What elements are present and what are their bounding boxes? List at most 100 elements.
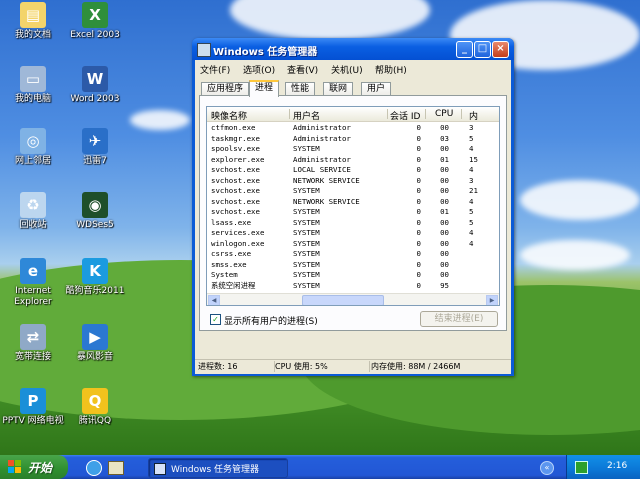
end-process-button[interactable]: 结束进程(E) — [420, 311, 498, 327]
process-row[interactable]: svchost.exe SYSTEM 0 00 21 — [207, 186, 499, 197]
scroll-right-icon[interactable]: ▶ — [486, 295, 498, 305]
my-computer-icon: ▭ — [20, 66, 46, 92]
process-session-id: 0 — [416, 207, 421, 216]
start-button[interactable]: 开始 — [0, 455, 68, 479]
process-memory: 15 — [469, 154, 478, 164]
clock[interactable]: 2:16 — [607, 461, 627, 471]
status-bar: 进程数: 16 CPU 使用: 5% 内存使用: 88M / 2466M — [195, 359, 511, 374]
desktop-shortcut[interactable]: P PPTV 网络电视 — [0, 388, 66, 427]
process-row[interactable]: svchost.exe SYSTEM 0 01 5 — [207, 207, 499, 218]
desktop-shortcut[interactable]: ▭ 我的电脑 — [0, 66, 66, 105]
process-row[interactable]: smss.exe SYSTEM 0 00 — [207, 260, 499, 271]
quicklaunch-ie-icon[interactable] — [86, 460, 102, 476]
show-all-users-checkbox[interactable]: ✓ — [210, 314, 221, 325]
desktop-shortcut-label: PPTV 网络电视 — [2, 416, 64, 426]
status-process-count: 进程数: 16 — [198, 361, 275, 372]
process-image-name: winlogon.exe — [211, 238, 265, 248]
title-bar[interactable]: Windows 任务管理器 _ □ × — [192, 38, 514, 60]
menu-file[interactable]: 文件(F) — [200, 63, 230, 76]
process-user-name: SYSTEM — [293, 259, 320, 269]
horizontal-scrollbar[interactable]: ◀ ▶ — [207, 293, 499, 305]
task-manager-window[interactable]: Windows 任务管理器 _ □ × 文件(F) 选项(O) 查看(V) 关机… — [192, 38, 514, 376]
process-row[interactable]: lsass.exe SYSTEM 0 00 5 — [207, 218, 499, 229]
process-session-id: 0 — [416, 123, 421, 132]
taskbar-button-task-manager[interactable]: Windows 任务管理器 — [148, 458, 288, 478]
menu-bar: 文件(F) 选项(O) 查看(V) 关机(U) 帮助(H) — [195, 62, 511, 76]
process-row[interactable]: svchost.exe LOCAL SERVICE 0 00 4 — [207, 165, 499, 176]
process-row[interactable]: csrss.exe SYSTEM 0 00 — [207, 249, 499, 260]
close-button[interactable]: × — [492, 41, 509, 58]
process-row[interactable]: 系统空闲进程 SYSTEM 0 95 — [207, 281, 499, 292]
column-divider[interactable] — [289, 109, 290, 119]
process-row[interactable]: svchost.exe NETWORK SERVICE 0 00 3 — [207, 176, 499, 187]
column-session-id[interactable]: 会话 ID — [390, 109, 420, 122]
menu-shutdown[interactable]: 关机(U) — [331, 63, 363, 76]
menu-help[interactable]: 帮助(H) — [375, 63, 407, 76]
process-cpu: 00 — [440, 186, 449, 195]
desktop-shortcut[interactable]: ▶ 暴风影音 — [62, 324, 128, 363]
desktop-shortcut-label: 迅雷7 — [83, 156, 107, 166]
quicklaunch-desktop-icon[interactable] — [108, 461, 124, 475]
tab-networking[interactable]: 联网 — [323, 82, 354, 96]
desktop-shortcut[interactable]: ⇄ 宽带连接 — [0, 324, 66, 363]
process-cpu: 00 — [440, 238, 449, 248]
desktop-shortcut-label: 宽带连接 — [14, 352, 51, 362]
column-divider[interactable] — [425, 109, 426, 119]
tab-performance[interactable]: 性能 — [285, 82, 316, 96]
desktop-shortcut[interactable]: X Excel 2003 — [62, 2, 128, 41]
tab-users[interactable]: 用户 — [361, 82, 392, 96]
process-row[interactable]: ctfmon.exe Administrator 0 00 3 — [207, 123, 499, 134]
process-cpu: 00 — [440, 165, 449, 174]
network-places-icon: ◎ — [20, 128, 46, 154]
process-cpu: 00 — [440, 144, 449, 153]
scrollbar-thumb[interactable] — [302, 295, 384, 305]
process-user-name: NETWORK SERVICE — [293, 175, 360, 185]
column-divider[interactable] — [461, 109, 462, 119]
desktop-shortcut[interactable]: ▤ 我的文档 — [0, 2, 66, 41]
tab-processes[interactable]: 进程 — [249, 80, 280, 97]
process-list[interactable]: 映像名称 用户名 会话 ID CPU 内 ctfmon.exe Administr… — [206, 106, 500, 306]
show-all-users-label[interactable]: 显示所有用户的进程(S) — [224, 314, 318, 327]
column-cpu[interactable]: CPU — [435, 109, 453, 119]
baofeng-icon: ▶ — [82, 324, 108, 350]
word-2003-icon: W — [82, 66, 108, 92]
column-image-name[interactable]: 映像名称 — [211, 109, 247, 122]
desktop-shortcut[interactable]: e Internet Explorer — [0, 258, 66, 308]
tab-applications[interactable]: 应用程序 — [201, 82, 250, 96]
minimize-button[interactable]: _ — [456, 41, 473, 58]
menu-view[interactable]: 查看(V) — [287, 63, 318, 76]
column-memory[interactable]: 内 — [469, 109, 478, 122]
desktop-shortcut-label: Excel 2003 — [70, 30, 120, 40]
desktop-shortcut[interactable]: ◎ 网上邻居 — [0, 128, 66, 167]
task-manager-icon — [154, 463, 166, 475]
column-user-name[interactable]: 用户名 — [293, 109, 320, 122]
process-row[interactable]: System SYSTEM 0 00 — [207, 270, 499, 281]
process-row[interactable]: spoolsv.exe SYSTEM 0 00 4 — [207, 144, 499, 155]
menu-options[interactable]: 选项(O) — [243, 63, 275, 76]
desktop-shortcut[interactable]: W Word 2003 — [62, 66, 128, 105]
tray-task-manager-icon[interactable] — [575, 461, 588, 474]
desktop-shortcut[interactable]: ♻ 回收站 — [0, 192, 66, 231]
process-image-name: explorer.exe — [211, 154, 265, 164]
process-row[interactable]: svchost.exe NETWORK SERVICE 0 00 4 — [207, 197, 499, 208]
process-session-id: 0 — [416, 186, 421, 195]
desktop-shortcut[interactable]: Q 腾讯QQ — [62, 388, 128, 427]
taskbar: 开始 Windows 任务管理器 « 2:16 — [0, 455, 640, 479]
desktop-shortcut[interactable]: K 酷狗音乐2011 — [62, 258, 128, 297]
process-image-name: svchost.exe — [211, 196, 260, 206]
desktop-shortcut[interactable]: ◉ WDSes5 — [62, 192, 128, 231]
process-row[interactable]: winlogon.exe SYSTEM 0 00 4 — [207, 239, 499, 250]
process-session-id: 0 — [416, 196, 421, 206]
scroll-left-icon[interactable]: ◀ — [208, 295, 220, 305]
desktop-shortcut-label: Word 2003 — [70, 94, 120, 104]
process-memory: 5 — [469, 207, 474, 216]
process-user-name: Administrator — [293, 154, 351, 164]
process-cpu: 00 — [440, 249, 449, 258]
column-divider[interactable] — [387, 109, 388, 119]
maximize-button[interactable]: □ — [474, 41, 491, 58]
process-row[interactable]: explorer.exe Administrator 0 01 15 — [207, 155, 499, 166]
process-row[interactable]: services.exe SYSTEM 0 00 4 — [207, 228, 499, 239]
desktop-shortcut[interactable]: ✈ 迅雷7 — [62, 128, 128, 167]
tray-expand-icon[interactable]: « — [540, 461, 554, 475]
process-row[interactable]: taskmgr.exe Administrator 0 03 5 — [207, 134, 499, 145]
